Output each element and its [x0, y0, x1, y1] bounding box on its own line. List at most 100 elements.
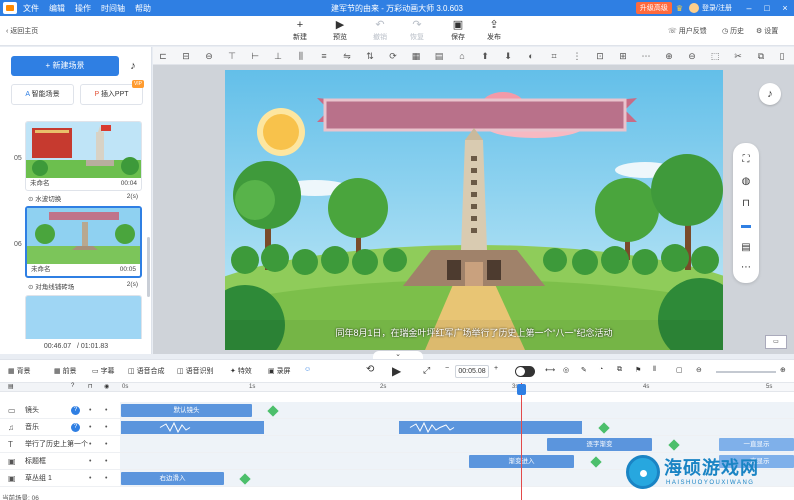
- minus-icon[interactable]: −: [445, 365, 449, 372]
- dot-icon[interactable]: •: [105, 419, 107, 436]
- layer-down-icon[interactable]: ⬇: [502, 50, 514, 62]
- back-home-button[interactable]: ‹ 返回主页: [6, 26, 38, 36]
- track-lane[interactable]: 逐字渐变 一直显示: [120, 436, 794, 453]
- background-button[interactable]: ▦ 背景: [8, 366, 31, 376]
- distribute-h-icon[interactable]: ⫼: [295, 50, 307, 62]
- menu-file[interactable]: 文件: [23, 3, 39, 14]
- clip-default-camera[interactable]: 默认镜头: [121, 404, 252, 417]
- plus-icon[interactable]: +: [494, 365, 498, 372]
- screen-icon[interactable]: ▬: [739, 219, 753, 233]
- dot-icon[interactable]: •: [89, 402, 91, 419]
- dot-icon[interactable]: •: [105, 402, 107, 419]
- fullscreen-icon[interactable]: ⤢: [423, 365, 430, 376]
- group-icon[interactable]: ▦: [410, 50, 422, 62]
- track-title-frame[interactable]: ▣ 标题框 • •: [0, 453, 120, 470]
- music-icon[interactable]: ♪: [759, 83, 781, 105]
- effects-button[interactable]: ✦ 特效: [230, 366, 252, 376]
- zoom-slider[interactable]: [716, 371, 776, 373]
- keyframe-add-icon[interactable]: [239, 473, 251, 485]
- keyframe-add-icon[interactable]: [267, 405, 279, 417]
- help-icon[interactable]: ?: [71, 423, 80, 432]
- menu-operate[interactable]: 操作: [75, 3, 91, 14]
- history-button[interactable]: ◷ 历史: [722, 26, 744, 36]
- cut-icon[interactable]: ✂: [732, 50, 744, 62]
- align-center-icon[interactable]: ⊟: [180, 50, 192, 62]
- dot-icon[interactable]: •: [105, 436, 107, 453]
- edit-icon[interactable]: ✎: [581, 366, 587, 374]
- visibility-icon[interactable]: ◉: [104, 383, 109, 390]
- save-button[interactable]: ▣ 保存: [443, 19, 473, 42]
- ruler-icon[interactable]: ⊞: [617, 50, 629, 62]
- mask-icon[interactable]: ◐: [525, 50, 537, 62]
- delete-frame-icon[interactable]: ▢: [676, 366, 683, 374]
- layers-icon[interactable]: ▤: [8, 383, 14, 390]
- playhead-handle[interactable]: [517, 384, 526, 395]
- subtitle-text[interactable]: 同年8月1日，在瑞金叶坪红军广场举行了历史上第一个“八一”纪念活动: [225, 326, 723, 339]
- keyframe-add-icon[interactable]: [590, 456, 602, 468]
- guide-icon[interactable]: ⋯: [640, 50, 652, 62]
- avatar[interactable]: [689, 3, 700, 13]
- minimize-icon[interactable]: –: [740, 3, 758, 13]
- menu-timeline[interactable]: 时间轴: [101, 3, 125, 14]
- rewind-icon[interactable]: ⟲: [366, 364, 374, 375]
- dot-icon[interactable]: •: [89, 436, 91, 453]
- scene-list-scrollbar[interactable]: [147, 237, 150, 297]
- fit-icon[interactable]: ⬚: [709, 50, 721, 62]
- align-middle-icon[interactable]: ⊢: [249, 50, 261, 62]
- flip-v-icon[interactable]: ⇅: [364, 50, 376, 62]
- redo-button[interactable]: ↷ 恢复: [402, 19, 432, 42]
- record-icon[interactable]: ◎: [563, 366, 569, 374]
- track-camera[interactable]: ▭ 镜头 ? • •: [0, 402, 120, 419]
- publish-button[interactable]: ⇪ 发布: [479, 19, 509, 42]
- help-icon[interactable]: ?: [71, 383, 74, 389]
- music-note-icon[interactable]: ♪: [124, 56, 142, 76]
- ungroup-icon[interactable]: ▤: [433, 50, 445, 62]
- record-screen-button[interactable]: ▣ 录屏: [268, 366, 291, 376]
- timeline-toggle[interactable]: [515, 366, 535, 377]
- camera-icon[interactable]: ◍: [739, 175, 753, 189]
- split-icon[interactable]: ⟷: [545, 366, 555, 374]
- login-link[interactable]: 登录/注册: [702, 3, 732, 13]
- scene-thumbnail[interactable]: [25, 295, 142, 339]
- scene-thumbnail-selected[interactable]: 未命名 00:05: [25, 206, 142, 278]
- zoom-in-icon[interactable]: ⊕: [780, 366, 786, 374]
- track-lane[interactable]: 默认镜头: [120, 402, 794, 419]
- path-icon[interactable]: ◔: [599, 366, 603, 373]
- align-bottom-icon[interactable]: ⊥: [272, 50, 284, 62]
- align-right-icon[interactable]: ⊖: [203, 50, 215, 62]
- snap-icon[interactable]: ⊡: [594, 50, 606, 62]
- unlock-icon[interactable]: ⊓: [739, 197, 753, 211]
- menu-edit[interactable]: 编辑: [49, 3, 65, 14]
- menu-help[interactable]: 帮助: [135, 3, 151, 14]
- preview-button[interactable]: ▶ 预览: [325, 19, 355, 42]
- crop-icon[interactable]: ⌗: [548, 50, 560, 62]
- layer-up-icon[interactable]: ⬆: [479, 50, 491, 62]
- flip-h-icon[interactable]: ⇋: [341, 50, 353, 62]
- dot-icon[interactable]: •: [89, 470, 91, 487]
- subtitle-button[interactable]: ▭ 字幕: [92, 366, 115, 376]
- scene-transition[interactable]: ⊙ 水波切换 2(s): [28, 193, 138, 203]
- track-lane[interactable]: [120, 419, 794, 436]
- foreground-button[interactable]: ▦ 前景: [54, 366, 77, 376]
- time-input[interactable]: 00:05.08: [455, 365, 489, 378]
- close-icon[interactable]: ×: [776, 3, 794, 13]
- playhead[interactable]: [521, 383, 522, 500]
- zoom-in-icon[interactable]: ⊕: [663, 50, 675, 62]
- new-button[interactable]: + 新建: [285, 19, 315, 42]
- dot-icon[interactable]: •: [89, 453, 91, 470]
- copy-frame-icon[interactable]: ⧉: [617, 366, 622, 374]
- align-left-icon[interactable]: ⊏: [157, 50, 169, 62]
- keyframe-add-icon[interactable]: [668, 439, 680, 451]
- zoom-out-icon[interactable]: ⊖: [696, 366, 702, 374]
- trim-icon[interactable]: ⫴: [653, 366, 656, 374]
- dot-icon[interactable]: •: [105, 453, 107, 470]
- scene-transition[interactable]: ⊙ 对角线铺砖场 2(s): [28, 281, 138, 291]
- tts-button[interactable]: ◫ 语音合成: [128, 366, 165, 376]
- maximize-icon[interactable]: □: [758, 3, 776, 13]
- copy-icon[interactable]: ⧉: [755, 50, 767, 62]
- align-top-icon[interactable]: ⊤: [226, 50, 238, 62]
- track-grass[interactable]: ▣ 草丛组 1 • •: [0, 470, 120, 487]
- screenshot-icon[interactable]: ⛶: [739, 153, 753, 167]
- lock-icon[interactable]: ⌂: [456, 50, 468, 62]
- trash-icon[interactable]: ▤: [739, 241, 753, 255]
